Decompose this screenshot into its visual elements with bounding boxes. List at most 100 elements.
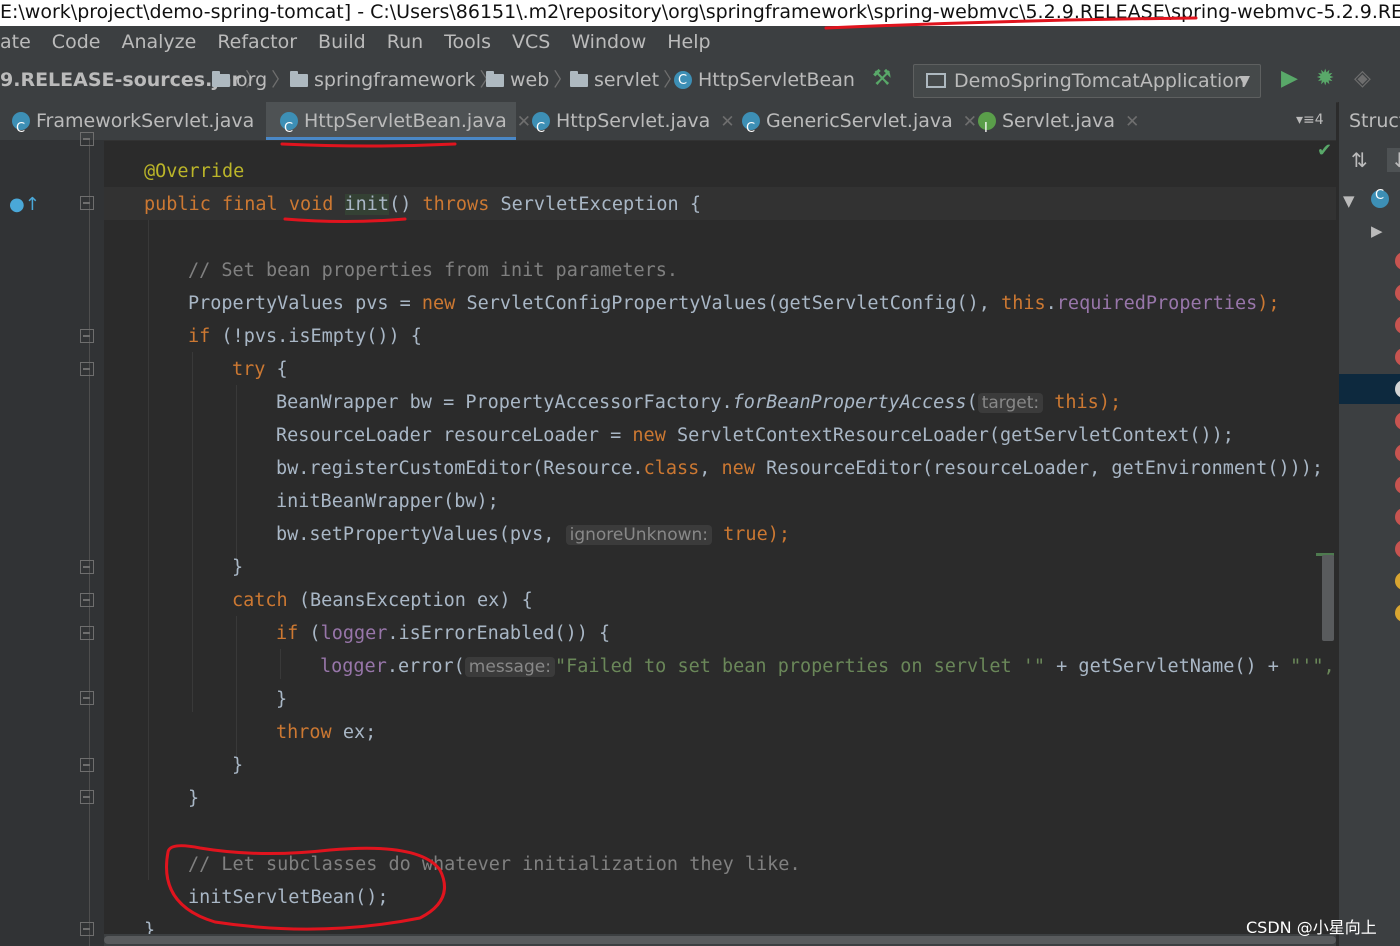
- fold-line: [89, 140, 90, 946]
- menu-navigate[interactable]: ate: [0, 26, 31, 58]
- code-line: bw.setPropertyValues(pvs, ignoreUnknown:…: [276, 524, 790, 545]
- collapse-icon[interactable]: ▶: [1371, 222, 1383, 240]
- method-icon[interactable]: [1395, 316, 1400, 334]
- sort-icon[interactable]: ⇅: [1351, 148, 1368, 172]
- run-configuration-select[interactable]: DemoSpringTomcatApplication ▼: [913, 64, 1261, 98]
- tab-frameworkservlet[interactable]: FrameworkServlet.java: [12, 102, 262, 140]
- code-line: if (!pvs.isEmpty()) {: [188, 326, 422, 347]
- code-line: try {: [232, 359, 288, 380]
- editor-tab-bar: FrameworkServlet.java HttpServletBean.ja…: [0, 102, 1336, 141]
- inspection-ok-check-icon[interactable]: ✔: [1317, 140, 1332, 161]
- fold-collapse-icon[interactable]: [80, 132, 94, 146]
- tab-label: Servlet.java: [1002, 110, 1116, 132]
- class-icon: [280, 110, 298, 140]
- class-icon: [1371, 188, 1389, 208]
- fold-expand-icon[interactable]: [80, 922, 94, 936]
- debug-bug-icon[interactable]: ✹: [1316, 66, 1334, 92]
- code-line: initBeanWrapper(bw);: [276, 491, 499, 512]
- field-icon[interactable]: [1395, 604, 1400, 622]
- menu-refactor[interactable]: Refactor: [217, 26, 297, 58]
- class-icon: [12, 110, 30, 140]
- breadcrumb-web-label: web: [510, 69, 550, 91]
- tab-label: GenericServlet.java: [766, 110, 953, 132]
- sort-alpha-icon[interactable]: ↓: [1387, 148, 1400, 172]
- vertical-scrollbar[interactable]: [1322, 555, 1334, 641]
- fold-expand-icon[interactable]: [80, 560, 94, 574]
- breadcrumb-servlet[interactable]: servlet 〉: [570, 68, 686, 92]
- breadcrumb-httpservletbean-label: HttpServletBean: [698, 69, 855, 91]
- fold-expand-icon[interactable]: [80, 691, 94, 705]
- window-title: E:\work\project\demo-spring-tomcat] - C:…: [0, 1, 1400, 23]
- menu-help[interactable]: Help: [667, 26, 710, 58]
- code-line: PropertyValues pvs = new ServletConfigPr…: [188, 293, 1280, 314]
- breadcrumb-springframework[interactable]: springframework〉: [290, 68, 503, 92]
- close-icon[interactable]: ✕: [963, 112, 977, 132]
- structure-title[interactable]: Structure: [1349, 110, 1400, 132]
- method-icon[interactable]: [1395, 444, 1400, 462]
- method-icon[interactable]: [1395, 412, 1400, 430]
- tab-servlet[interactable]: Servlet.java ✕: [978, 102, 1139, 140]
- application-icon: [926, 73, 946, 88]
- menu-window[interactable]: Window: [571, 26, 646, 58]
- breadcrumb-httpservletbean[interactable]: HttpServletBean: [674, 68, 855, 93]
- code-line: bw.registerCustomEditor(Resource.class, …: [276, 458, 1324, 479]
- parameter-hint: ignoreUnknown:: [565, 525, 713, 545]
- code-line: }: [188, 788, 200, 809]
- code-line-init-servlet-bean: initServletBean();: [188, 887, 389, 908]
- close-icon[interactable]: ✕: [1125, 112, 1139, 132]
- breadcrumb-web[interactable]: web 〉: [486, 68, 576, 92]
- method-icon[interactable]: [1395, 284, 1400, 302]
- tab-httpservlet[interactable]: HttpServlet.java ✕: [532, 102, 735, 140]
- tab-list-menu[interactable]: ▾≡4: [1296, 112, 1324, 128]
- method-icon[interactable]: [1395, 252, 1400, 270]
- code-line: throw ex;: [276, 722, 377, 743]
- window-title-bar: E:\work\project\demo-spring-tomcat] - C:…: [0, 0, 1400, 26]
- horizontal-scrollbar[interactable]: [104, 934, 1336, 946]
- method-icon[interactable]: [1395, 540, 1400, 558]
- code-line: logger.error(message: "Failed to set bean…: [320, 656, 1335, 677]
- breadcrumb-org[interactable]: org 〉: [212, 68, 294, 92]
- tab-httpservletbean[interactable]: HttpServletBean.java ✕: [266, 102, 531, 140]
- menu-build[interactable]: Build: [318, 26, 366, 58]
- close-icon[interactable]: ✕: [517, 112, 531, 132]
- menu-vcs[interactable]: VCS: [512, 26, 550, 58]
- build-hammer-icon[interactable]: ⚒: [872, 66, 898, 92]
- field-icon[interactable]: [1395, 572, 1400, 590]
- folder-icon: [486, 71, 504, 87]
- folder-icon: [290, 71, 308, 87]
- fold-collapse-icon[interactable]: [80, 593, 94, 607]
- method-icon[interactable]: [1395, 476, 1400, 494]
- close-icon[interactable]: ✕: [720, 112, 734, 132]
- fold-collapse-icon[interactable]: [80, 362, 94, 376]
- interface-icon: [978, 110, 996, 140]
- overrides-method-icon[interactable]: ●↑: [9, 194, 40, 215]
- fold-expand-icon[interactable]: [80, 758, 94, 772]
- tab-label: FrameworkServlet.java: [36, 110, 255, 132]
- breadcrumb-servlet-label: servlet: [594, 69, 660, 91]
- horizontal-scrollbar-thumb[interactable]: [104, 936, 1336, 944]
- fold-expand-icon[interactable]: [80, 790, 94, 804]
- structure-panel: Structure ⇅ ↓ ▼ ▶: [1338, 102, 1400, 946]
- code-editor[interactable]: @Override public final void init() throw…: [104, 140, 1336, 946]
- class-icon: [742, 110, 760, 140]
- method-icon[interactable]: [1395, 348, 1400, 366]
- menu-code[interactable]: Code: [52, 26, 101, 58]
- fold-collapse-icon[interactable]: [80, 626, 94, 640]
- run-configuration-label: DemoSpringTomcatApplication: [954, 70, 1246, 92]
- structure-selected-row[interactable]: [1339, 374, 1400, 404]
- tab-genericservlet[interactable]: GenericServlet.java ✕: [742, 102, 977, 140]
- parameter-hint: message:: [464, 657, 555, 677]
- menu-run[interactable]: Run: [387, 26, 423, 58]
- menu-tools[interactable]: Tools: [444, 26, 491, 58]
- expand-icon[interactable]: ▼: [1343, 192, 1355, 210]
- method-icon[interactable]: [1395, 508, 1400, 526]
- code-line: BeanWrapper bw = PropertyAccessorFactory…: [276, 392, 1122, 413]
- fold-collapse-icon[interactable]: [80, 329, 94, 343]
- run-play-icon[interactable]: ▶: [1281, 66, 1298, 92]
- menu-analyze[interactable]: Analyze: [121, 26, 196, 58]
- breadcrumb-org-label: org: [236, 69, 268, 91]
- code-line: }: [232, 755, 244, 776]
- coverage-icon[interactable]: ◈: [1354, 66, 1371, 92]
- folder-icon: [212, 71, 230, 87]
- fold-collapse-icon[interactable]: [80, 196, 94, 210]
